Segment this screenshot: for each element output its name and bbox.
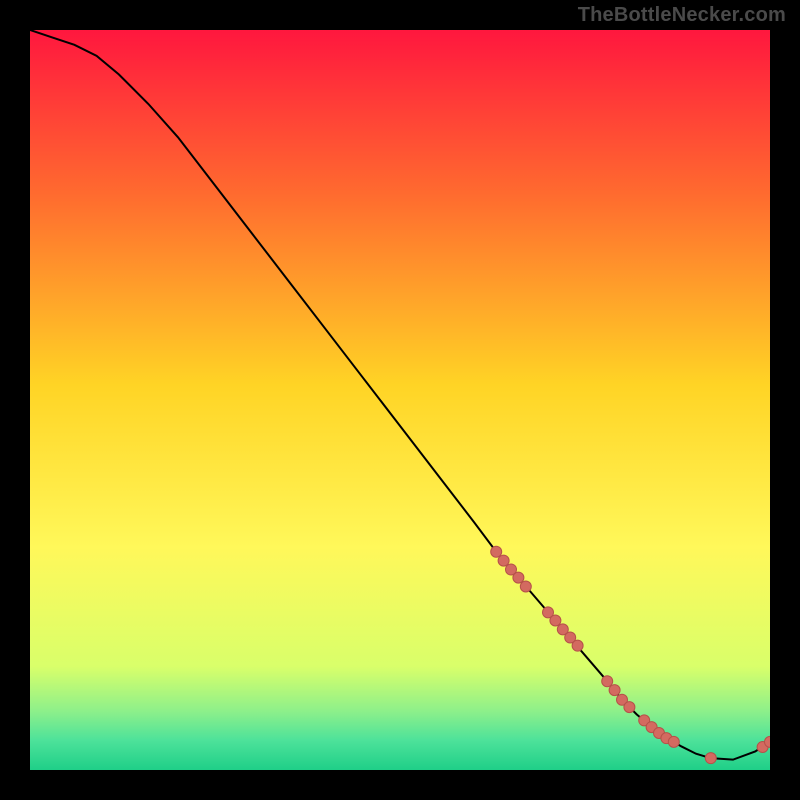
gradient-background <box>30 30 770 770</box>
data-point <box>602 676 613 687</box>
data-point <box>609 685 620 696</box>
data-point <box>624 702 635 713</box>
data-point <box>705 753 716 764</box>
data-point <box>572 640 583 651</box>
plot-frame <box>30 30 770 770</box>
data-point <box>550 615 561 626</box>
data-point <box>668 736 679 747</box>
data-point <box>498 555 509 566</box>
watermark-text: TheBottleNecker.com <box>578 4 786 27</box>
data-point <box>491 546 502 557</box>
data-point <box>520 581 531 592</box>
chart-svg <box>30 30 770 770</box>
data-point <box>513 572 524 583</box>
chart-stage: TheBottleNecker.com <box>0 0 800 800</box>
